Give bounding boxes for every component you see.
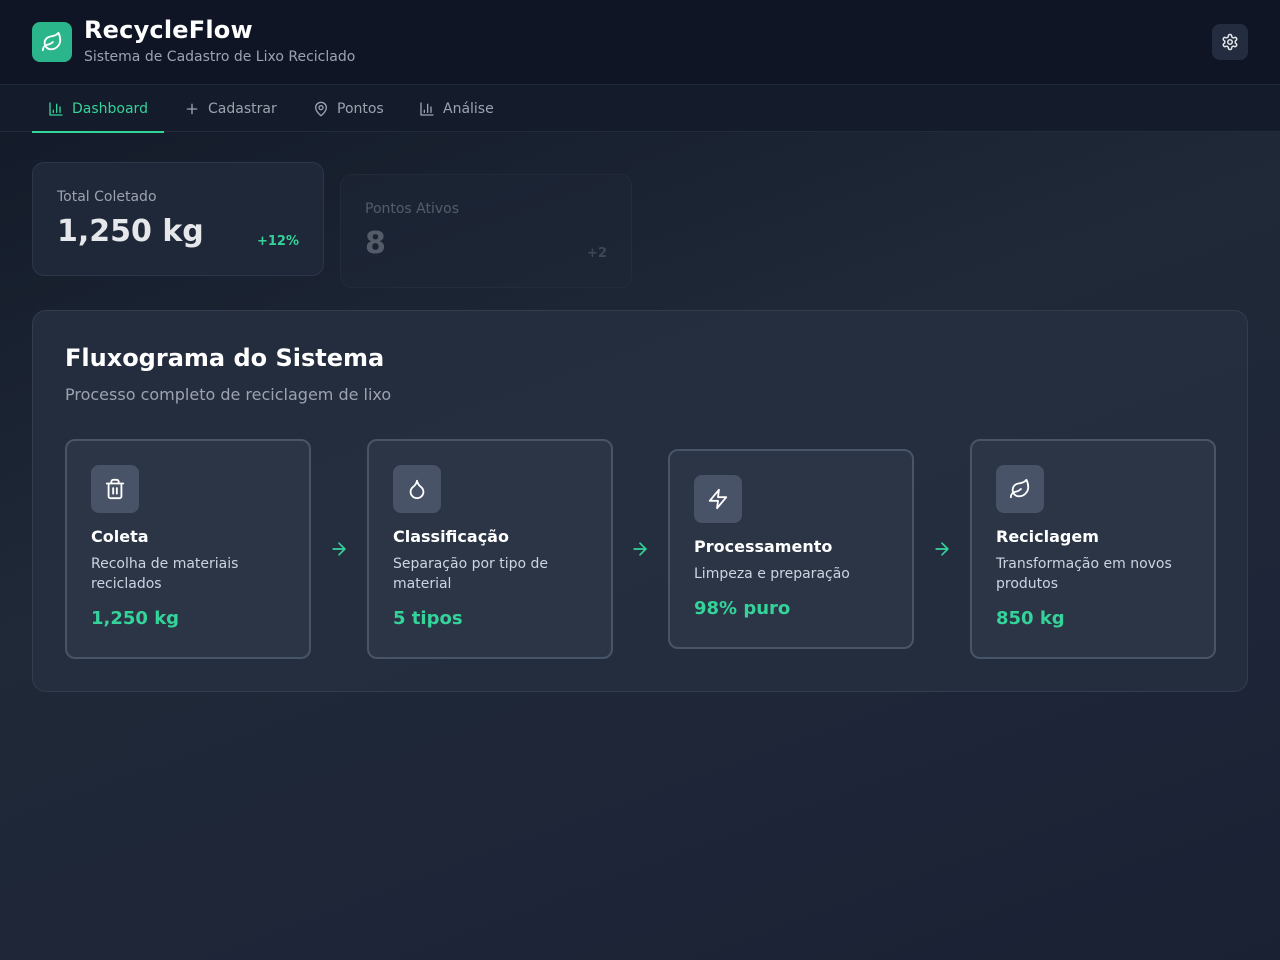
leaf-icon (1009, 478, 1030, 499)
tab-analise[interactable]: Análise (403, 85, 510, 132)
flow-step-classificacao: Classificação Separação por tipo de mate… (367, 439, 613, 659)
step-description: Separação por tipo de material (393, 556, 549, 592)
tab-cadastrar[interactable]: Cadastrar (168, 85, 293, 132)
stat-label: Total Coletado (57, 189, 157, 205)
step-description: Transformação em novos produtos (996, 556, 1172, 592)
arrow-right-icon (935, 542, 949, 556)
step-metric: 5 tipos (393, 608, 463, 629)
step-metric: 1,250 kg (91, 608, 180, 629)
gear-icon (1222, 33, 1238, 51)
step-icon-box (91, 465, 139, 513)
step-icon-box (393, 465, 441, 513)
step-title: Classificação (393, 527, 509, 546)
step-title: Processamento (694, 537, 833, 556)
tab-label: Dashboard (72, 100, 148, 117)
bar-chart-icon (49, 101, 63, 116)
settings-button[interactable] (1212, 24, 1248, 60)
app-header: RecycleFlow Sistema de Cadastro de Lixo … (0, 0, 1280, 85)
stat-card-pontos-ativos: Pontos Ativos 8 +2 (340, 174, 632, 288)
tab-label: Cadastrar (208, 100, 277, 117)
bar-chart-icon (420, 101, 434, 116)
leaf-icon (41, 31, 62, 52)
step-description: Recolha de materiais reciclados (91, 556, 239, 592)
step-metric: 850 kg (996, 608, 1065, 629)
droplet-icon (409, 479, 425, 500)
tab-pontos[interactable]: Pontos (297, 85, 400, 132)
main-nav: Dashboard Cadastrar Pontos Análise (0, 85, 1280, 133)
flow-step-reciclagem: Reciclagem Transformação em novos produt… (970, 439, 1216, 659)
tab-label: Análise (443, 100, 494, 117)
tab-dashboard[interactable]: Dashboard (32, 85, 164, 133)
zap-icon (708, 488, 728, 510)
stat-label: Pontos Ativos (365, 201, 460, 217)
arrow-right-icon (332, 542, 346, 556)
plus-icon (186, 103, 198, 114)
stat-change: +12% (256, 234, 299, 249)
flowchart-panel: Fluxograma do Sistema Processo completo … (32, 310, 1248, 692)
app-subtitle: Sistema de Cadastro de Lixo Reciclado (84, 49, 356, 65)
step-metric: 98% puro (694, 598, 791, 619)
map-pin-icon (315, 101, 327, 116)
step-title: Reciclagem (996, 527, 1099, 546)
trash-icon (105, 478, 125, 500)
step-icon-box (694, 475, 742, 523)
arrow-right-icon (633, 542, 647, 556)
panel-subtitle: Processo completo de reciclagem de lixo (65, 385, 392, 404)
step-icon-box (996, 465, 1044, 513)
app-title: RecycleFlow (84, 16, 253, 44)
stat-value: 1,250 kg (57, 214, 204, 249)
stat-change: +2 (587, 246, 607, 261)
stat-card-total-coletado: Total Coletado 1,250 kg +12% (32, 162, 324, 276)
stat-value: 8 (365, 226, 386, 261)
flow-step-processamento: Processamento Limpeza e preparação 98% p… (668, 449, 914, 649)
flow-step-coleta: Coleta Recolha de materiais reciclados 1… (65, 439, 311, 659)
tab-label: Pontos (337, 100, 384, 117)
panel-title: Fluxograma do Sistema (65, 344, 385, 372)
step-title: Coleta (91, 527, 149, 546)
app-logo (32, 22, 72, 62)
step-description: Limpeza e preparação (694, 566, 850, 582)
